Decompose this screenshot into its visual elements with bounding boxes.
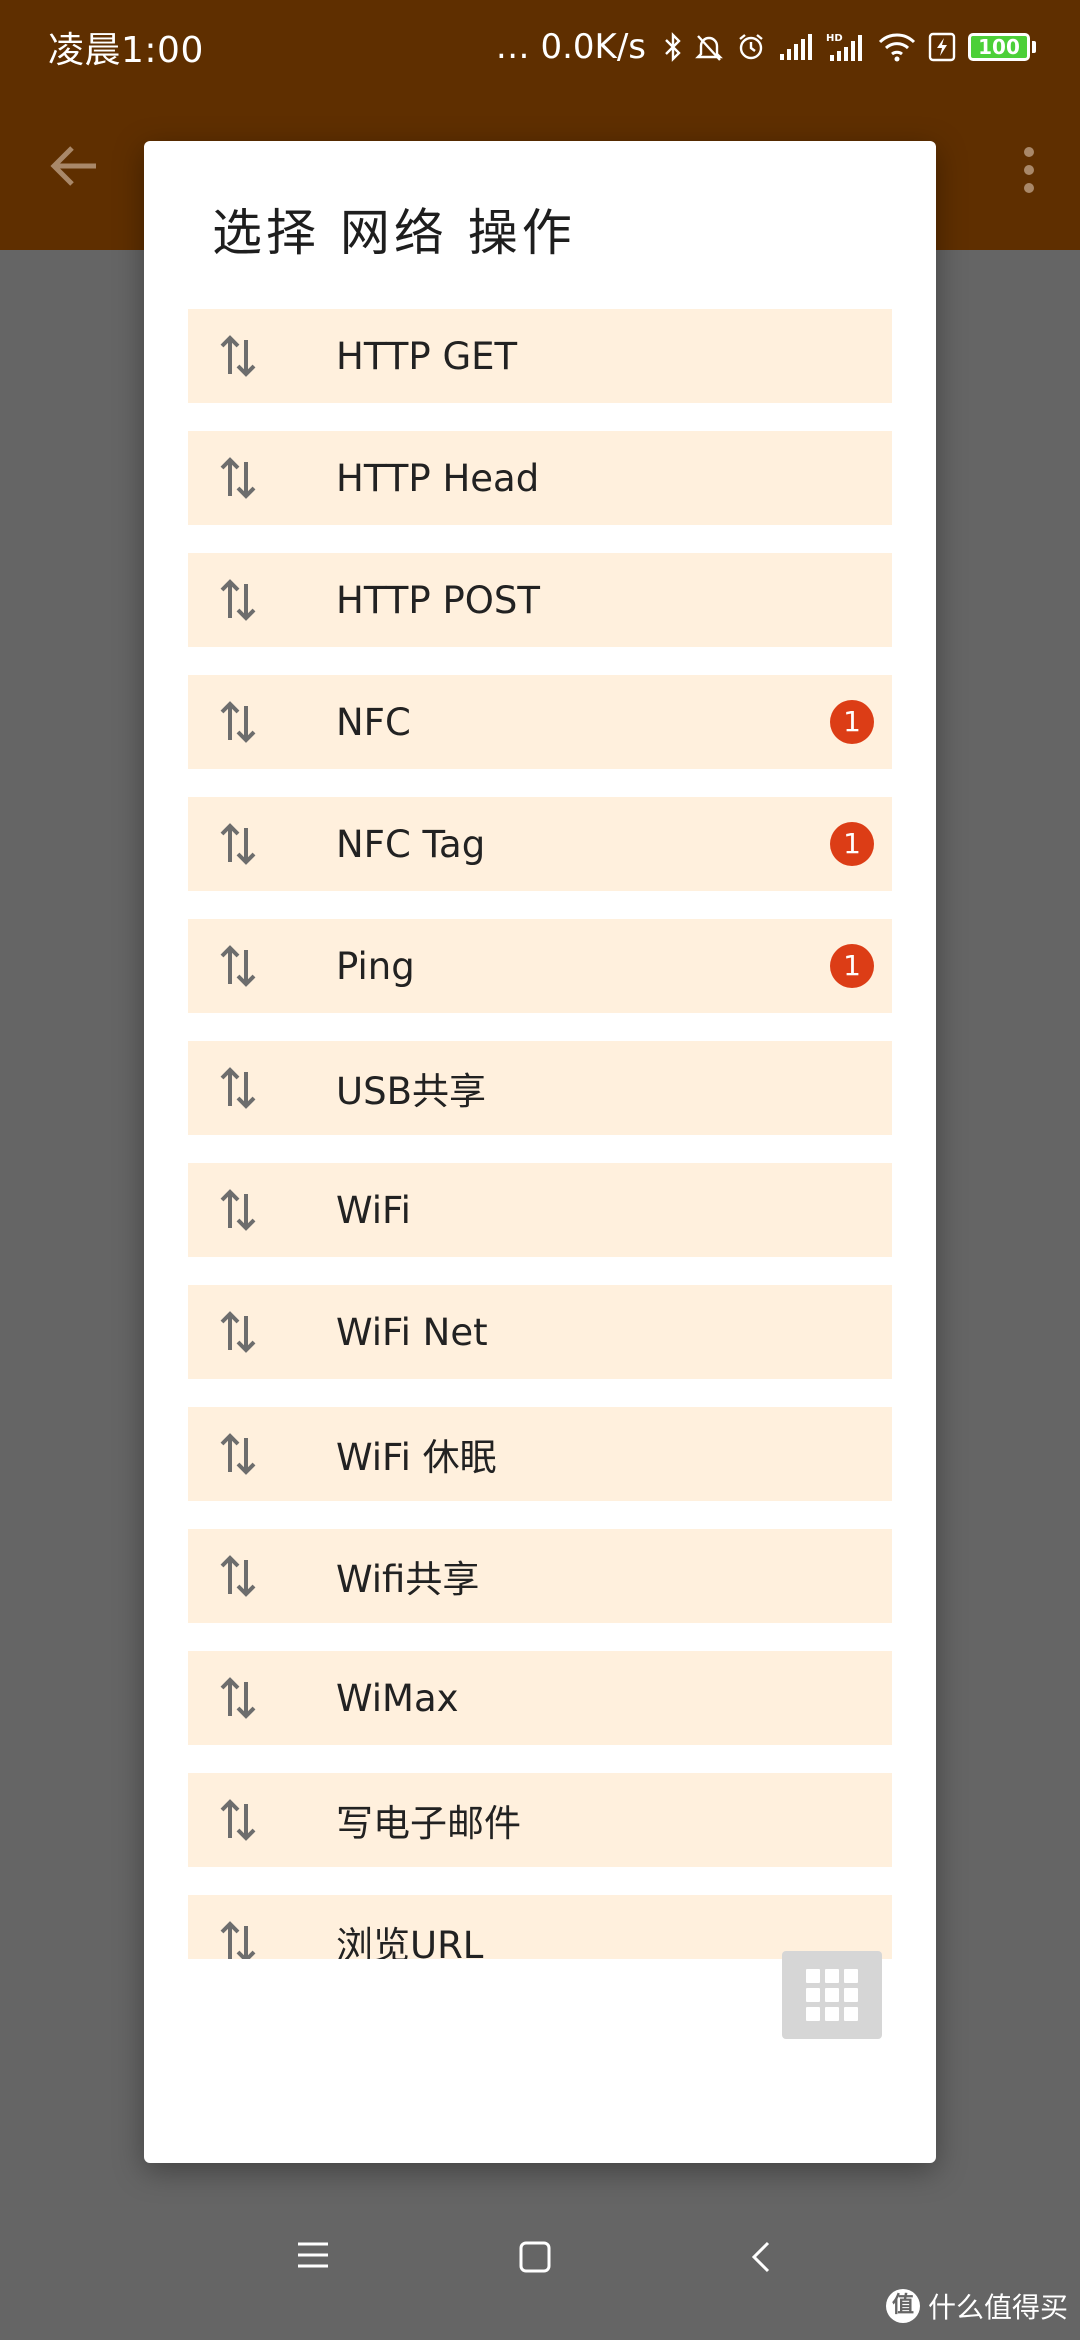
watermark-text: 什么值得买 (927, 2291, 1068, 2324)
network-arrows-icon (188, 1796, 336, 1844)
network-arrows-icon (188, 454, 336, 502)
network-arrows-icon (188, 1552, 336, 1600)
list-item[interactable]: 浏览URL (188, 1895, 892, 1959)
list-item[interactable]: NFC 1 (188, 675, 892, 769)
action-list-container: HTTP GET HTTP Head HTTP POST NFC 1 NFC Tag 1 Pi… (188, 309, 892, 1959)
silent-icon (694, 32, 724, 62)
network-arrows-icon (188, 1918, 336, 1959)
network-arrows-icon (188, 942, 336, 990)
signal-icon (778, 32, 814, 62)
hd-signal-icon: HD (826, 31, 866, 63)
item-label: HTTP GET (336, 334, 518, 378)
network-arrows-icon (188, 1430, 336, 1478)
status-bar: 凌晨1:00 … 0.0K/s HD 100 (0, 0, 1080, 94)
network-arrows-icon (188, 332, 336, 380)
count-badge: 1 (830, 822, 874, 866)
bluetooth-icon (664, 32, 682, 62)
list-item[interactable]: 写电子邮件 (188, 1773, 892, 1867)
item-label: WiFi 休眠 (336, 1436, 497, 1479)
list-item[interactable]: WiFi Net (188, 1285, 892, 1379)
action-list[interactable]: HTTP GET HTTP Head HTTP POST NFC 1 NFC Tag 1 Pi… (188, 309, 892, 1959)
grid-icon-dot (844, 1969, 858, 1983)
back-icon[interactable] (750, 2240, 772, 2278)
item-label: USB共享 (336, 1070, 486, 1113)
svg-text:HD: HD (826, 33, 843, 44)
watermark: 值 什么值得买 (885, 2286, 1068, 2326)
item-label: WiMax (336, 1676, 459, 1720)
network-speed: … 0.0K/s (495, 27, 646, 67)
home-icon[interactable] (518, 2240, 552, 2278)
dialog-title: 选择 网络 操作 (212, 204, 576, 262)
network-arrows-icon (188, 576, 336, 624)
list-item[interactable]: WiMax (188, 1651, 892, 1745)
item-label: 写电子邮件 (336, 1802, 521, 1845)
grid-icon-dot (825, 1969, 839, 1983)
grid-icon-dot (825, 2007, 839, 2021)
network-arrows-icon (188, 698, 336, 746)
item-label: HTTP POST (336, 578, 540, 622)
battery-tip (1032, 41, 1036, 53)
count-badge: 1 (830, 944, 874, 988)
alarm-icon (736, 32, 766, 62)
status-icons: … 0.0K/s HD 100 (496, 27, 1036, 67)
list-item[interactable]: HTTP POST (188, 553, 892, 647)
item-label: Wifi共享 (336, 1558, 480, 1601)
item-label: NFC Tag (336, 822, 486, 866)
list-item[interactable]: USB共享 (188, 1041, 892, 1135)
list-item[interactable]: WiFi 休眠 (188, 1407, 892, 1501)
network-arrows-icon (188, 820, 336, 868)
grid-icon-dot (825, 1988, 839, 2002)
list-item[interactable]: HTTP GET (188, 309, 892, 403)
battery-level: 100 (968, 33, 1030, 61)
list-item[interactable]: HTTP Head (188, 431, 892, 525)
watermark-logo: 值 (885, 2289, 920, 2323)
network-arrows-icon (188, 1674, 336, 1722)
battery-icon: 100 (968, 33, 1036, 61)
item-label: Ping (336, 944, 415, 988)
network-arrows-icon (188, 1064, 336, 1112)
grid-icon-dot (844, 1988, 858, 2002)
network-arrows-icon (188, 1186, 336, 1234)
grid-view-button[interactable] (782, 1951, 882, 2039)
item-label: WiFi (336, 1188, 411, 1232)
network-arrows-icon (188, 1308, 336, 1356)
select-network-action-dialog: 选择 网络 操作 HTTP GET HTTP Head HTTP POST NFC 1 N… (144, 141, 936, 2163)
item-label: NFC (336, 700, 411, 744)
menu-icon[interactable] (296, 2240, 330, 2274)
grid-icon-dot (844, 2007, 858, 2021)
grid-icon-dot (806, 2007, 820, 2021)
count-badge: 1 (830, 700, 874, 744)
list-item[interactable]: WiFi (188, 1163, 892, 1257)
list-item[interactable]: Wifi共享 (188, 1529, 892, 1623)
item-label: WiFi Net (336, 1310, 488, 1354)
back-arrow-icon[interactable] (50, 144, 98, 192)
wifi-icon (878, 32, 916, 62)
navigation-bar: 值 什么值得买 (0, 2200, 1080, 2340)
grid-icon-dot (806, 1988, 820, 2002)
status-time: 凌晨1:00 (48, 30, 204, 71)
charging-icon (928, 32, 956, 62)
list-item[interactable]: NFC Tag 1 (188, 797, 892, 891)
overflow-menu-icon[interactable] (1022, 146, 1036, 198)
list-item[interactable]: Ping 1 (188, 919, 892, 1013)
grid-icon (806, 1969, 820, 1983)
item-label: HTTP Head (336, 456, 540, 500)
